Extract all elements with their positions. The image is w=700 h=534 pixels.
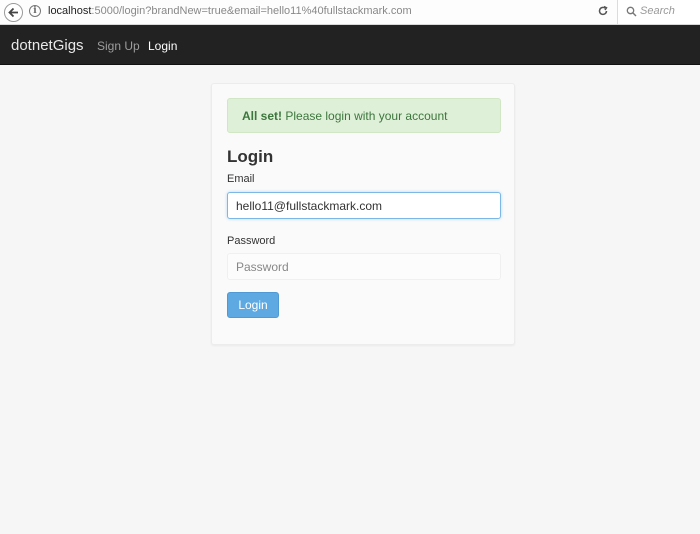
email-label: Email (227, 173, 255, 185)
back-arrow-icon (8, 7, 18, 18)
alert-message: Please login with your account (285, 109, 448, 123)
form-title: Login (227, 147, 274, 166)
success-alert: All set! Please login with your account (227, 98, 501, 133)
email-field[interactable] (227, 192, 501, 219)
password-label: Password (227, 235, 276, 247)
url-path: :5000/login?brandNew=true&email=hello11%… (91, 5, 412, 17)
password-field[interactable] (227, 253, 501, 280)
brand-logo[interactable]: dotnetGigs (11, 37, 84, 54)
login-button[interactable]: Login (227, 292, 279, 318)
browser-search-placeholder: Search (640, 5, 675, 17)
navbar: dotnetGigs Sign Up Login (0, 25, 700, 65)
search-icon (626, 6, 637, 17)
url-host: localhost (48, 5, 92, 17)
login-card: All set! Please login with your account … (211, 83, 515, 345)
browser-search-box[interactable]: Search (617, 0, 700, 24)
address-bar[interactable]: localhost:5000/login?brandNew=true&email… (48, 5, 412, 17)
back-button[interactable] (4, 3, 23, 22)
alert-strong: All set! (242, 109, 283, 123)
browser-toolbar: i localhost:5000/login?brandNew=true&ema… (0, 0, 700, 25)
reload-icon[interactable] (596, 4, 610, 18)
info-icon[interactable]: i (29, 5, 41, 17)
nav-link-signup[interactable]: Sign Up (97, 39, 140, 53)
nav-link-login[interactable]: Login (148, 39, 177, 53)
